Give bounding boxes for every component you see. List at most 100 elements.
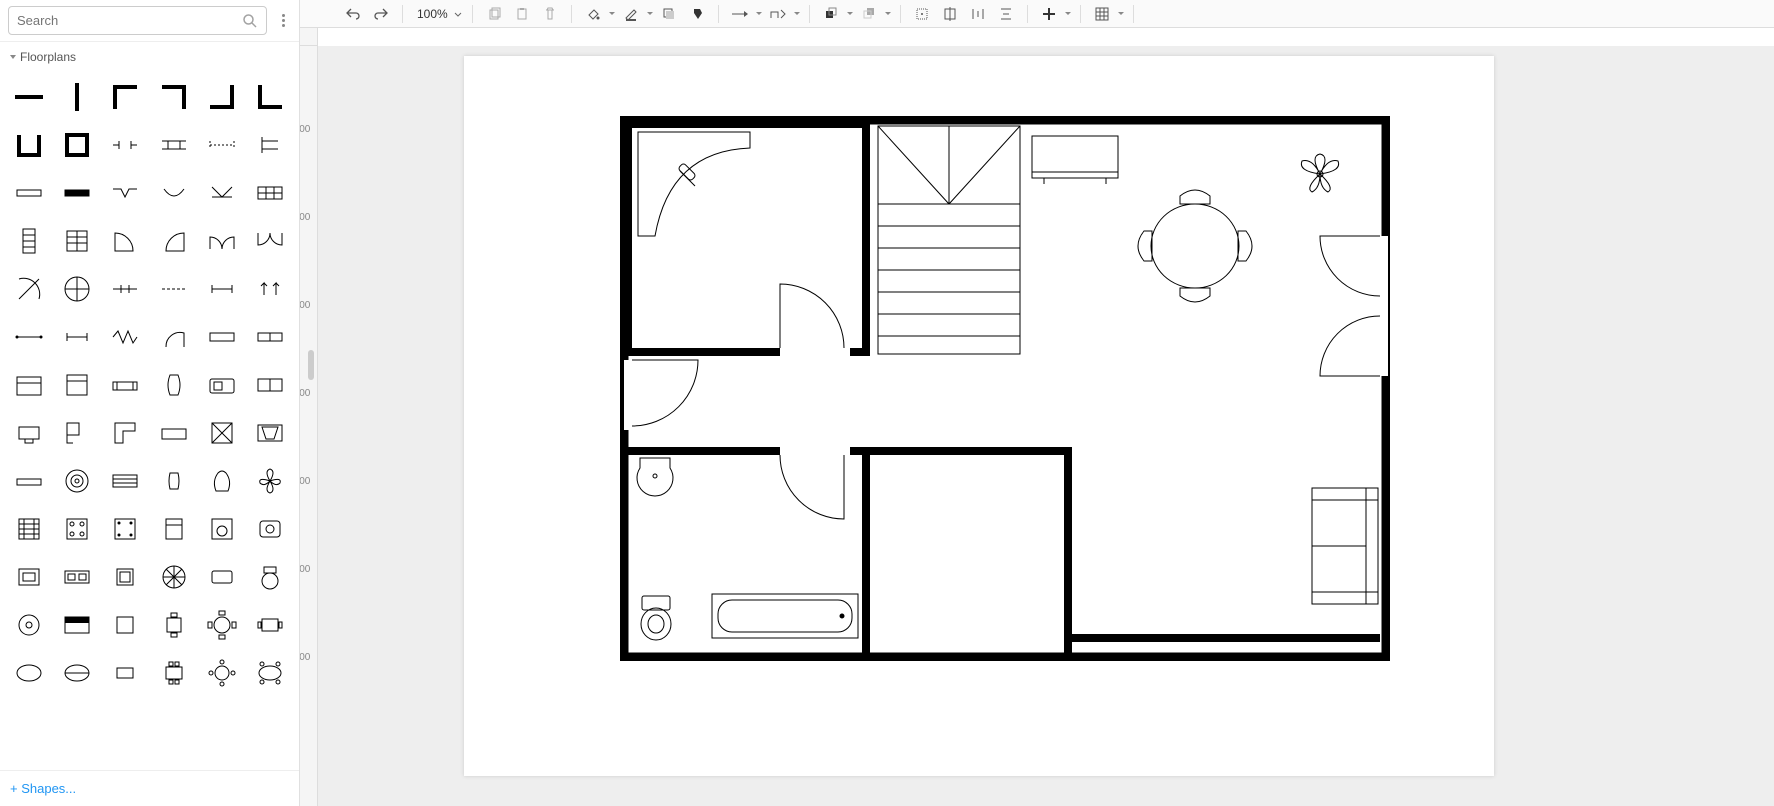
table-dropdown[interactable] [1117,12,1125,15]
shape-door-double-2[interactable] [249,220,291,262]
shape-wall-box[interactable] [56,124,98,166]
shape-toilet-shape[interactable] [249,556,291,598]
shape-circle-cross[interactable] [56,268,98,310]
distribute-h-button[interactable] [965,3,991,25]
shape-window-1[interactable] [8,172,50,214]
shape-beam[interactable] [201,316,243,358]
shape-wall-corner-br[interactable] [201,76,243,118]
shape-wall-corner-tl[interactable] [104,76,146,118]
shape-display[interactable] [249,364,291,406]
shape-cabinet-1[interactable] [8,364,50,406]
table-button[interactable] [1089,3,1115,25]
shape-beam-2[interactable] [249,316,291,358]
shape-cabinet-2[interactable] [56,364,98,406]
insert-dropdown[interactable] [1064,12,1072,15]
shape-fridge[interactable] [153,508,195,550]
shape-oval-1[interactable] [8,652,50,694]
shape-hob[interactable] [56,460,98,502]
shape-oval-2[interactable] [56,652,98,694]
arrow-end-button[interactable] [727,3,753,25]
shape-round-table-shape[interactable] [8,604,50,646]
canvas[interactable] [318,46,1774,806]
shape-dim-line[interactable] [8,316,50,358]
dining-set[interactable] [1138,190,1252,302]
shape-door-left[interactable] [153,220,195,262]
delete-button[interactable] [537,3,563,25]
shape-table-set-1[interactable] [153,652,195,694]
room-top-left[interactable] [628,124,866,352]
shape-cabinet-sq[interactable] [104,556,146,598]
shape-window-2[interactable] [56,172,98,214]
shape-wall-corner-bl[interactable] [249,76,291,118]
shape-rug[interactable] [8,460,50,502]
toilet[interactable] [641,596,671,640]
paste-button[interactable] [509,3,535,25]
redo-button[interactable] [368,3,394,25]
shadow-button[interactable] [656,3,682,25]
edit-geometry-button[interactable] [937,3,963,25]
panel-menu-icon[interactable] [275,14,291,27]
snap-button[interactable] [909,3,935,25]
shape-tv[interactable] [201,364,243,406]
shape-window-bay[interactable] [104,172,146,214]
shape-fan[interactable] [153,556,195,598]
stairs[interactable] [878,126,1020,354]
shape-monitor[interactable] [8,412,50,454]
shape-door-right[interactable] [104,220,146,262]
shape-window-grid[interactable] [249,172,291,214]
door-swing-1[interactable] [780,284,844,348]
shape-tray[interactable] [201,556,243,598]
sideboard[interactable] [1032,136,1118,184]
shape-window-double[interactable] [201,172,243,214]
bathtub[interactable] [712,594,858,638]
fill-button[interactable] [580,3,606,25]
corner-shelf[interactable] [638,132,750,236]
shape-table-chairs-3[interactable] [249,604,291,646]
undo-button[interactable] [340,3,366,25]
shape-flower[interactable] [249,460,291,502]
shape-grill[interactable] [8,508,50,550]
shape-stair-straight[interactable] [8,220,50,262]
shape-lamp[interactable] [153,460,195,502]
shape-screen[interactable] [249,412,291,454]
shape-window-bay2[interactable] [153,172,195,214]
shape-opening-3[interactable] [201,124,243,166]
shape-opening-2[interactable] [153,124,195,166]
stroke-dropdown[interactable] [646,12,654,15]
shape-table-chairs-2[interactable] [201,604,243,646]
search-icon[interactable] [242,13,258,29]
shape-dots[interactable] [104,508,146,550]
shape-door-double-1[interactable] [201,220,243,262]
shape-keyboard[interactable] [104,460,146,502]
shape-desk[interactable] [153,412,195,454]
shape-corner-desk[interactable] [56,412,98,454]
to-back-button[interactable] [856,3,882,25]
shape-sink-single[interactable] [8,556,50,598]
shape-rect-sm[interactable] [104,652,146,694]
shape-sink-double[interactable] [56,556,98,598]
shape-table-set-2[interactable] [201,652,243,694]
shapes-scroll[interactable] [0,72,299,770]
door-swing-3[interactable] [780,455,844,519]
shape-piano[interactable] [56,604,98,646]
shape-vase[interactable] [153,364,195,406]
distribute-v-button[interactable] [993,3,1019,25]
shape-table-oval[interactable] [249,652,291,694]
shape-counter[interactable] [104,364,146,406]
more-shapes-link[interactable]: + Shapes... [10,781,76,796]
line-type-dropdown[interactable] [793,12,801,15]
to-front-button[interactable] [818,3,844,25]
zoom-select[interactable]: 100% [411,5,464,23]
fill-dropdown[interactable] [608,12,616,15]
outer-wall[interactable] [624,120,1386,657]
plant[interactable] [1301,154,1338,192]
shape-stair-grid[interactable] [56,220,98,262]
shape-basin[interactable] [249,508,291,550]
shape-dim-ends[interactable] [201,268,243,310]
shape-dim-v[interactable] [153,268,195,310]
panel-resize-handle[interactable] [308,350,314,380]
copy-button[interactable] [481,3,507,25]
shape-washer[interactable] [201,508,243,550]
shape-door-arc[interactable] [153,316,195,358]
shape-stove[interactable] [56,508,98,550]
